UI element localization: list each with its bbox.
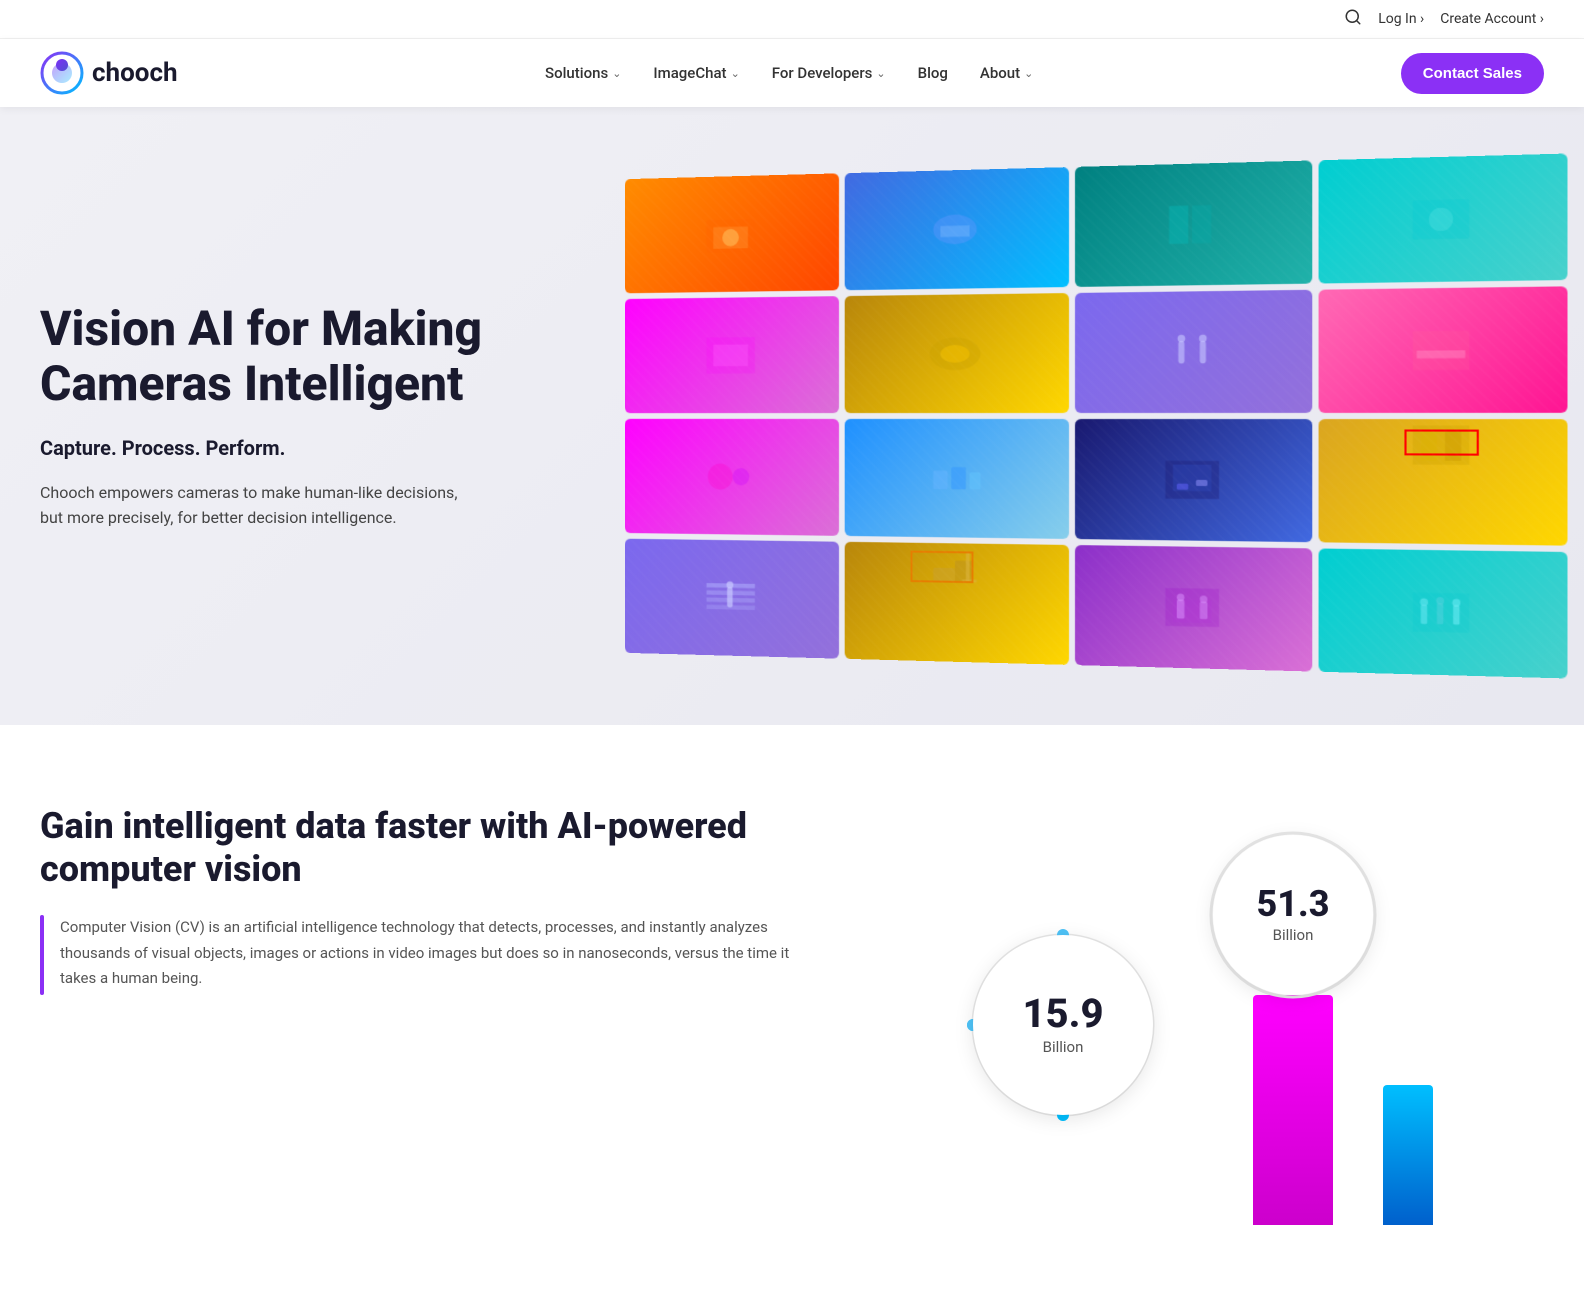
camera-cell: [1318, 548, 1568, 678]
camera-cell: [625, 296, 839, 413]
camera-cell: [625, 173, 839, 293]
camera-cell: [1075, 290, 1312, 413]
main-nav: chooch Solutions ⌄ ImageChat ⌄ For Devel…: [0, 39, 1584, 107]
stat-wrapper-1: 15.9 Billion: [963, 925, 1163, 1125]
stat-number-2: 51.3: [1257, 886, 1330, 922]
stat-circle-1: 15.9 Billion: [973, 935, 1153, 1115]
stat-number-1: 15.9: [1022, 994, 1103, 1034]
bar-blue: [1383, 1085, 1433, 1225]
hero-title: Vision AI for Making Cameras Intelligent: [40, 301, 560, 411]
accent-bar: [40, 915, 44, 995]
camera-cell: [1075, 545, 1312, 671]
hero-description: Chooch empowers cameras to make human-li…: [40, 480, 480, 531]
camera-cell: [1318, 286, 1568, 413]
nav-item-imagechat[interactable]: ImageChat ⌄: [653, 64, 739, 82]
camera-cell: [844, 167, 1069, 290]
camera-cell: [844, 419, 1069, 539]
camera-cell: [1318, 419, 1568, 546]
stat-wrapper-2: 51.3 Billion: [1203, 825, 1383, 1005]
hero-section: Vision AI for Making Cameras Intelligent…: [0, 107, 1584, 725]
camera-cell: [844, 293, 1069, 413]
nav-item-for-developers[interactable]: For Developers ⌄: [772, 64, 886, 82]
camera-cell: [1075, 419, 1312, 542]
top-bar: Log In › Create Account ›: [0, 0, 1584, 39]
camera-cell: [625, 539, 839, 659]
nav-item-solutions[interactable]: Solutions ⌄: [545, 64, 621, 82]
hero-content: Vision AI for Making Cameras Intelligent…: [40, 301, 560, 531]
section2-blockquote: Computer Vision (CV) is an artificial in…: [40, 915, 792, 995]
nav-links: Solutions ⌄ ImageChat ⌄ For Developers ⌄…: [545, 64, 1033, 82]
camera-cell: [1318, 154, 1568, 284]
stat-label-1: Billion: [1043, 1038, 1084, 1056]
section2-right: 15.9 Billion 51.3 Billion: [852, 805, 1544, 1225]
camera-grid: [625, 154, 1568, 679]
nav-item-blog[interactable]: Blog: [918, 64, 948, 82]
camera-cell: [844, 542, 1069, 665]
nav-item-about[interactable]: About ⌄: [980, 64, 1033, 82]
search-icon[interactable]: [1344, 8, 1362, 30]
camera-cell: [1075, 160, 1312, 286]
chevron-down-icon: ⌄: [876, 67, 885, 80]
section2-left: Gain intelligent data faster with AI-pow…: [40, 805, 792, 995]
chevron-down-icon: ⌄: [731, 67, 740, 80]
section2-quote: Computer Vision (CV) is an artificial in…: [60, 915, 792, 995]
stat-circle-2: 51.3 Billion: [1213, 835, 1373, 995]
bar-magenta: [1253, 995, 1333, 1225]
stat-label-2: Billion: [1273, 926, 1314, 944]
section-intelligent-data: Gain intelligent data faster with AI-pow…: [0, 725, 1584, 1305]
bar-chart-wrapper: 51.3 Billion: [1203, 825, 1433, 1225]
chevron-down-icon: ⌄: [1024, 67, 1033, 80]
login-link[interactable]: Log In ›: [1378, 11, 1424, 27]
create-account-link[interactable]: Create Account ›: [1440, 11, 1544, 27]
camera-cell: [625, 419, 839, 536]
logo[interactable]: chooch: [40, 51, 178, 95]
chevron-down-icon: ⌄: [612, 67, 621, 80]
hero-subtitle: Capture. Process. Perform.: [40, 436, 560, 460]
contact-sales-button[interactable]: Contact Sales: [1401, 53, 1544, 94]
logo-text: chooch: [92, 58, 178, 88]
section2-title: Gain intelligent data faster with AI-pow…: [40, 805, 792, 891]
